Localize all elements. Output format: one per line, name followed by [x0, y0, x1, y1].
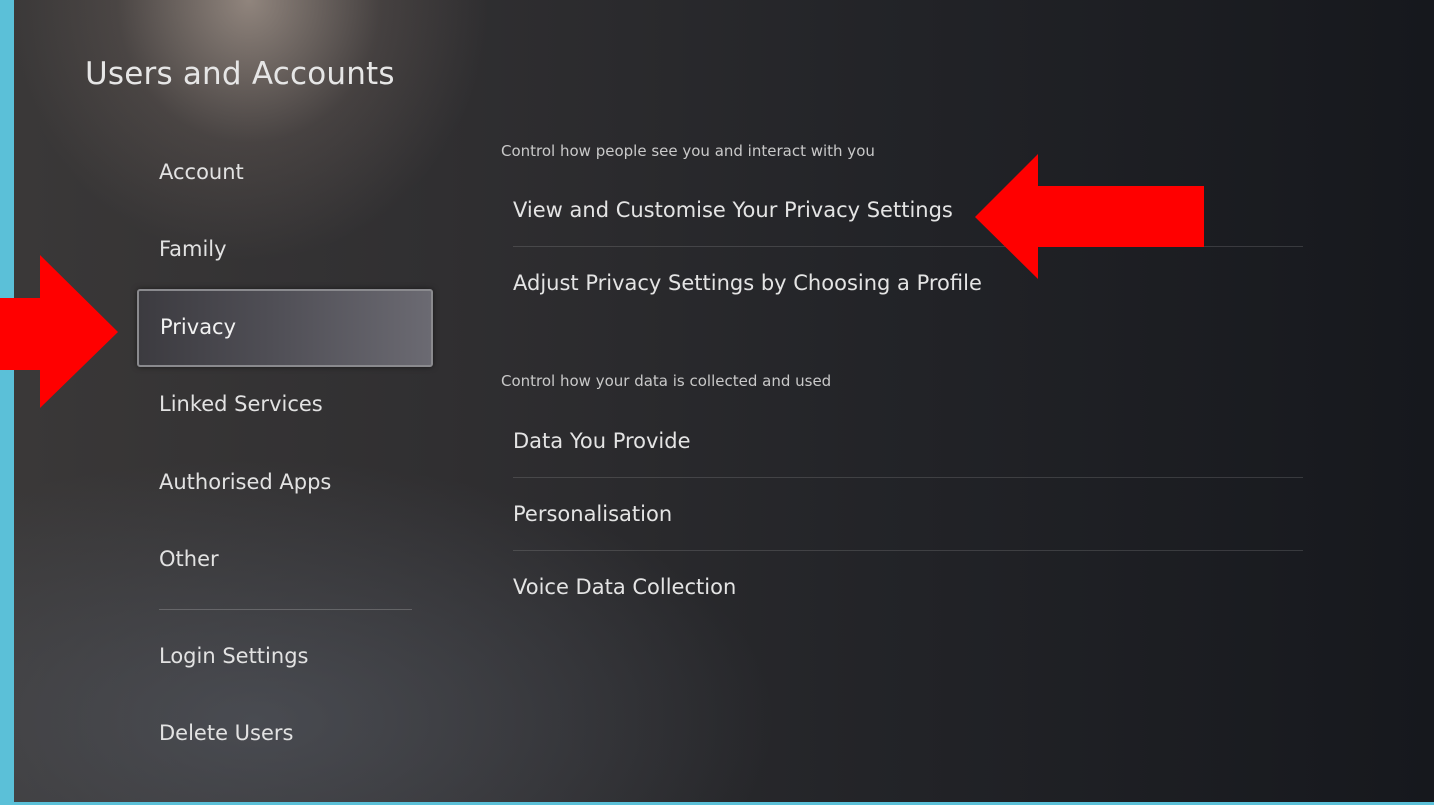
sidebar-item-linked-services[interactable]: Linked Services — [159, 392, 323, 416]
sidebar-item-account[interactable]: Account — [159, 160, 244, 184]
option-voice-data-collection[interactable]: Voice Data Collection — [513, 575, 1303, 599]
sidebar-item-login-settings[interactable]: Login Settings — [159, 644, 308, 668]
sidebar-item-privacy[interactable]: Privacy — [137, 289, 433, 367]
page-title: Users and Accounts — [85, 56, 395, 92]
arrow-left-icon — [975, 154, 1204, 279]
arrow-right-icon — [0, 255, 118, 408]
option-personalisation[interactable]: Personalisation — [513, 502, 1303, 526]
sidebar-divider — [159, 609, 412, 610]
sidebar-item-family[interactable]: Family — [159, 237, 227, 261]
option-data-you-provide[interactable]: Data You Provide — [513, 429, 1303, 453]
sidebar-item-label: Privacy — [160, 315, 237, 339]
option-divider — [513, 550, 1303, 551]
screenshot-frame: Users and Accounts Account Family Privac… — [0, 0, 1434, 805]
section-caption-interaction: Control how people see you and interact … — [501, 142, 875, 160]
sidebar-item-delete-users[interactable]: Delete Users — [159, 721, 293, 745]
settings-screen: Users and Accounts Account Family Privac… — [14, 0, 1434, 802]
arrow-right-shape — [0, 255, 118, 408]
option-divider — [513, 477, 1303, 478]
sidebar-item-authorised-apps[interactable]: Authorised Apps — [159, 470, 331, 494]
arrow-left-shape — [975, 154, 1204, 279]
section-caption-data: Control how your data is collected and u… — [501, 372, 832, 390]
sidebar-item-other[interactable]: Other — [159, 547, 219, 571]
